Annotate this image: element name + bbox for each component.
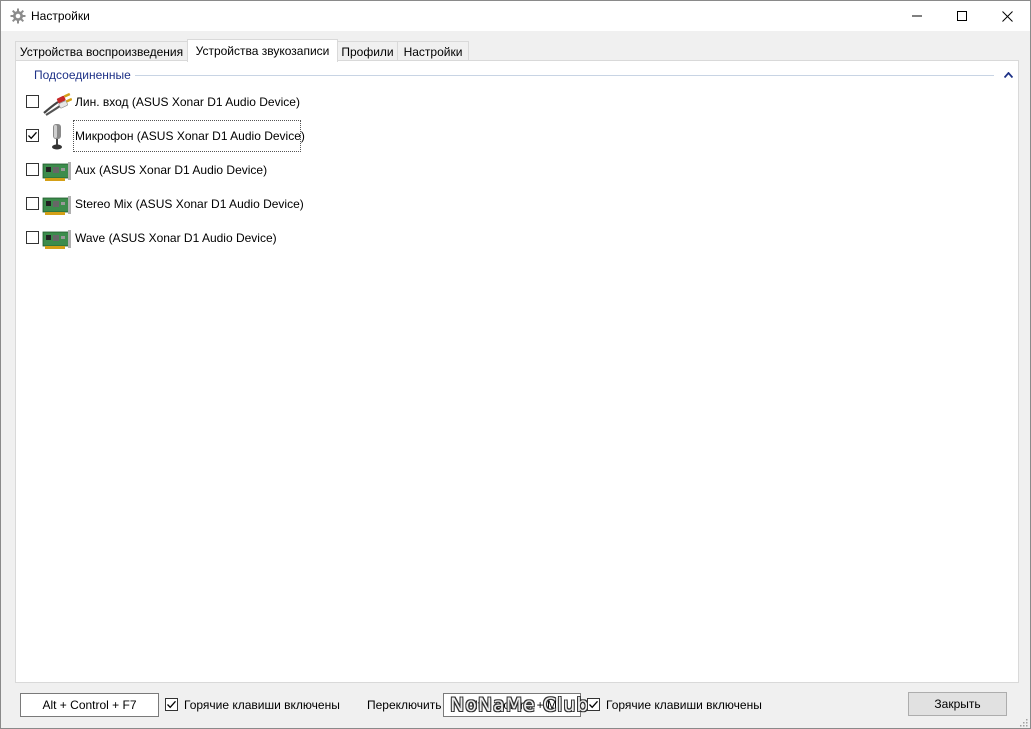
close-button[interactable]: Закрыть — [908, 692, 1007, 716]
resize-grip-icon[interactable] — [1018, 716, 1028, 727]
window-title: Настройки — [31, 9, 90, 23]
chevron-up-icon[interactable] — [1002, 70, 1014, 80]
hotkey-field-1[interactable]: Alt + Control + F7 — [20, 693, 159, 717]
device-row-aux[interactable]: Aux (ASUS Xonar D1 Audio Device) — [24, 154, 324, 188]
title-bar[interactable]: Настройки — [1, 1, 1030, 31]
device-label: Wave (ASUS Xonar D1 Audio Device) — [75, 231, 277, 245]
bottom-bar: Alt + Control + F7 Горячие клавиши включ… — [1, 685, 1030, 729]
device-label: Aux (ASUS Xonar D1 Audio Device) — [75, 163, 268, 177]
settings-window: Настройки Устройства воспроизведения Уст… — [0, 0, 1031, 729]
checkmark-icon — [28, 131, 37, 140]
sound-card-icon — [42, 156, 72, 186]
sound-card-icon — [42, 224, 72, 254]
minimize-button[interactable] — [894, 1, 940, 31]
device-row-wave[interactable]: Wave (ASUS Xonar D1 Audio Device) — [24, 222, 324, 256]
device-row-microphone[interactable]: Микрофон (ASUS Xonar D1 Audio Device) — [24, 120, 324, 154]
tab-recording-devices[interactable]: Устройства звукозаписи — [187, 39, 338, 62]
sound-card-icon — [42, 190, 72, 220]
recording-devices-panel: Подсоединенные Лин. вход (ASUS Xonar D1 … — [15, 60, 1019, 683]
hotkeys-enabled-label-1: Горячие клавиши включены — [184, 698, 340, 712]
gear-icon — [10, 8, 26, 24]
tab-settings[interactable]: Настройки — [397, 41, 469, 61]
tab-profiles[interactable]: Профили — [337, 41, 398, 61]
close-window-button[interactable] — [984, 1, 1030, 31]
device-checkbox-line-in[interactable] — [26, 95, 39, 108]
device-row-stereo-mix[interactable]: Stereo Mix (ASUS Xonar D1 Audio Device) — [24, 188, 324, 222]
hotkeys-enabled-checkbox-2[interactable] — [587, 698, 600, 711]
maximize-icon — [957, 11, 967, 21]
device-label: Stereo Mix (ASUS Xonar D1 Audio Device) — [75, 197, 304, 211]
device-checkbox-wave[interactable] — [26, 231, 39, 244]
line-in-cable-icon — [42, 88, 73, 118]
close-icon — [1001, 10, 1013, 22]
checkmark-icon — [167, 700, 176, 709]
switch-label: Переключить — [367, 698, 442, 712]
device-checkbox-stereo-mix[interactable] — [26, 197, 39, 210]
microphone-icon — [42, 122, 72, 152]
hotkeys-enabled-checkbox-1[interactable] — [165, 698, 178, 711]
group-header[interactable]: Подсоединенные — [34, 68, 1014, 82]
hotkeys-enabled-label-2: Горячие клавиши включены — [606, 698, 762, 712]
group-title: Подсоединенные — [34, 68, 131, 82]
device-label: Лин. вход (ASUS Xonar D1 Audio Device) — [75, 95, 300, 109]
device-checkbox-aux[interactable] — [26, 163, 39, 176]
checkmark-icon — [589, 700, 598, 709]
tab-playback-devices[interactable]: Устройства воспроизведения — [15, 41, 188, 61]
device-row-line-in[interactable]: Лин. вход (ASUS Xonar D1 Audio Device) — [24, 86, 324, 120]
maximize-button[interactable] — [939, 1, 985, 31]
focus-rectangle — [73, 120, 301, 152]
minimize-icon — [912, 15, 922, 17]
group-divider — [134, 74, 994, 76]
watermark: NoNaMe Club — [450, 694, 590, 716]
device-checkbox-microphone[interactable] — [26, 129, 39, 142]
